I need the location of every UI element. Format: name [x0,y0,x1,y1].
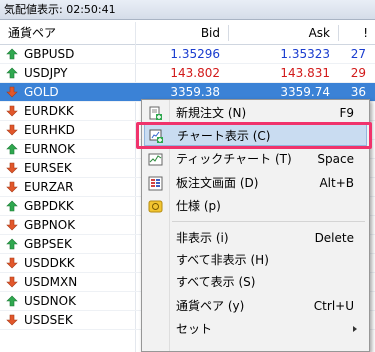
arrow-up-icon [6,143,18,155]
arrow-down-icon [6,86,18,98]
menu-item-label: 新規注文 (N) [176,106,247,120]
spread-value: 29 [350,66,366,80]
menu-item-label: セット [176,322,213,336]
column-divider[interactable] [338,25,339,41]
symbol-name: GBPSEK [24,237,72,251]
arrow-down-icon [6,276,18,288]
symbol-name: USDNOK [24,294,76,308]
table-row[interactable]: USDJPY 143.802 143.831 29 [0,64,375,83]
menu-item-shortcut: Ctrl+U [313,299,354,313]
symbol-name: EURNOK [24,142,75,156]
menu-item-hide[interactable]: 非表示 (i) Delete [144,227,367,249]
arrow-up-icon [6,67,18,79]
menu-item-label: すべて表示 (S) [176,275,256,289]
menu-item-label: 仕様 (p) [176,199,221,213]
new-order-icon [149,106,162,120]
depth-of-market-icon [148,176,163,191]
menu-item-symbols[interactable]: 通貨ペア (y) Ctrl+U [144,295,367,317]
symbol-name: GBPDKK [24,199,74,213]
arrow-down-icon [6,124,18,136]
table-header: 通貨ペア Bid Ask ! [0,22,375,45]
menu-item-sets[interactable]: セット [144,318,367,340]
arrow-down-icon [6,181,18,193]
column-header-bid[interactable]: Bid [201,22,220,44]
symbol-name: EURZAR [24,180,74,194]
specification-icon [148,200,163,213]
arrow-up-icon [6,238,18,250]
symbol-name: EURHKD [24,123,75,137]
symbol-name: EURDKK [24,104,74,118]
bid-value: 143.802 [170,66,220,80]
ask-value: 1.35323 [280,47,330,61]
symbol-name: EURSEK [24,161,72,175]
column-divider[interactable] [228,25,229,41]
symbol-name: USDJPY [24,66,68,80]
menu-item-label: 非表示 (i) [176,231,229,245]
menu-item-new-order[interactable]: 新規注文 (N) F9 [144,102,367,124]
arrow-down-icon [6,314,18,326]
spread-value: 27 [350,47,366,61]
symbol-name: GOLD [24,85,59,99]
menu-item-specification[interactable]: 仕様 (p) [144,195,367,217]
menu-item-shortcut: Alt+B [319,176,354,190]
arrow-down-icon [6,257,18,269]
menu-item-tick-chart[interactable]: ティックチャート (T) Space [144,148,367,170]
menu-item-shortcut: Delete [314,231,354,245]
table-row[interactable]: GBPUSD 1.35296 1.35323 27 [0,45,375,64]
arrow-up-icon [6,48,18,60]
column-header-ask[interactable]: Ask [309,22,330,44]
symbol-name: GBPNOK [24,218,76,232]
highlight-frame [136,122,372,149]
arrow-up-icon [6,200,18,212]
menu-separator [172,221,365,222]
tick-chart-icon [148,153,163,166]
window-title: 気配値表示: 02:50:41 [0,0,375,20]
menu-item-label: すべて非表示 (H) [176,253,269,267]
column-header-pair[interactable]: 通貨ペア [8,22,56,44]
arrow-up-icon [6,295,18,307]
symbol-name: USDSEK [24,313,73,327]
arrow-down-icon [6,162,18,174]
arrow-down-icon [6,219,18,231]
bid-value: 1.35296 [170,47,220,61]
menu-item-show-all[interactable]: すべて表示 (S) [144,271,367,293]
arrow-down-icon [6,105,18,117]
menu-item-shortcut: F9 [339,106,354,120]
menu-item-label: ティックチャート (T) [176,152,292,166]
menu-item-label: 通貨ペア (y) [176,299,245,313]
symbol-name: USDDKK [24,256,75,270]
menu-item-depth-of-market[interactable]: 板注文画面 (D) Alt+B [144,172,367,194]
menu-item-label: 板注文画面 (D) [176,176,259,190]
menu-item-shortcut: Space [317,152,354,166]
column-header-spread[interactable]: ! [363,22,368,44]
submenu-arrow-icon [353,326,357,332]
symbol-name: USDMXN [24,275,78,289]
ask-value: 143.831 [280,66,330,80]
symbol-name: GBPUSD [24,47,75,61]
menu-item-hide-all[interactable]: すべて非表示 (H) [144,249,367,271]
